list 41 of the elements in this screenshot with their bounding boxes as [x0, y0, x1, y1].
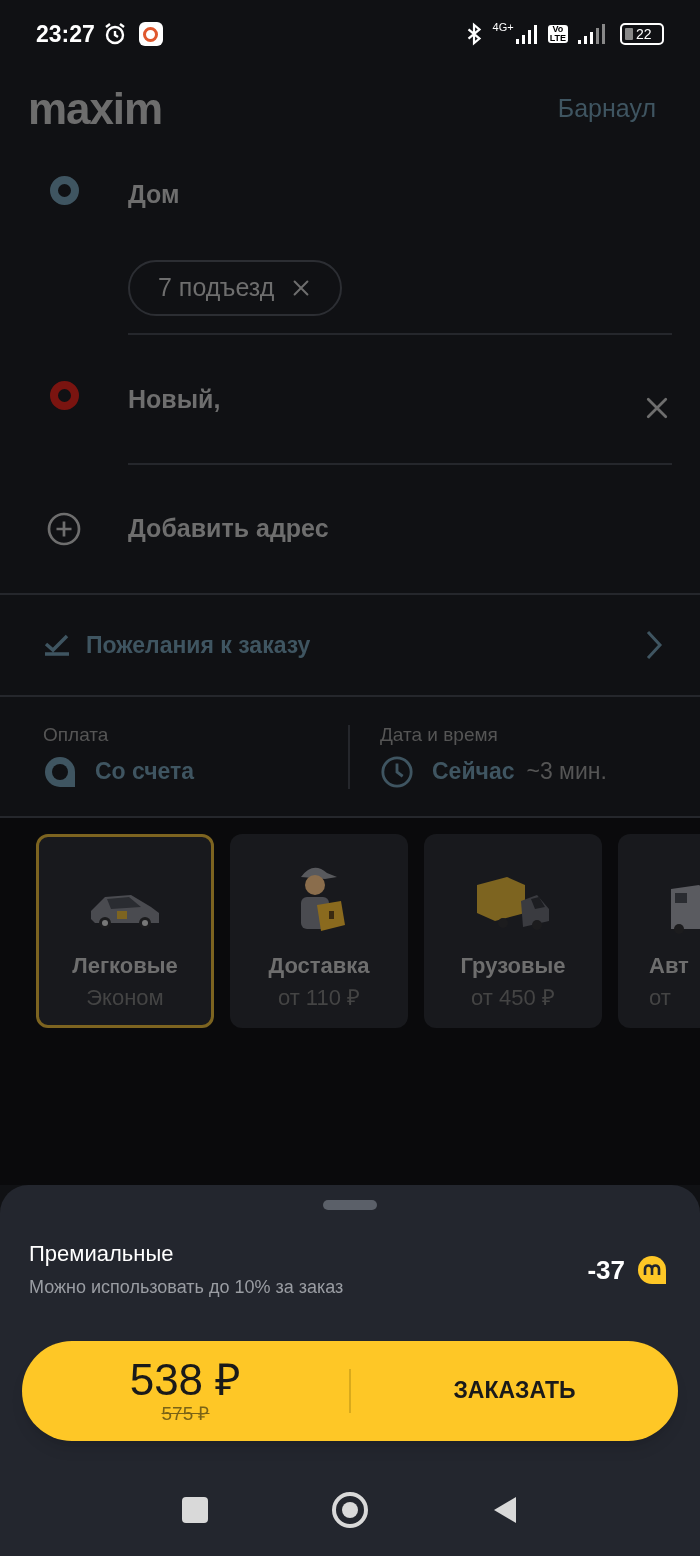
volte-icon: Vo LTE: [547, 25, 568, 43]
entrance-chip[interactable]: 7 подъезд: [128, 259, 343, 316]
clock-icon: [380, 754, 414, 789]
origin-marker-icon: [50, 176, 79, 205]
add-icon[interactable]: [46, 511, 82, 547]
back-icon[interactable]: [492, 1495, 518, 1525]
time-choice[interactable]: Сейчас: [432, 760, 515, 783]
battery-icon: 22: [620, 23, 664, 45]
payment-label: Оплата: [43, 724, 110, 744]
address-title[interactable]: Новый,: [128, 381, 221, 419]
app-notification-icon: [138, 22, 163, 46]
signal-icon: [576, 23, 608, 45]
category-title: Легковые: [72, 955, 178, 977]
status-time: 23:27: [36, 19, 95, 49]
order-button[interactable]: ЗАКАЗАТЬ: [351, 1373, 678, 1408]
payment-method[interactable]: Со счета: [95, 760, 195, 783]
order-bar[interactable]: 538 ₽ 575 ₽ ЗАКАЗАТЬ: [22, 1340, 678, 1441]
order-wishes-row[interactable]: Пожелания к заказу: [0, 595, 700, 697]
bonus-title: Премиальные: [29, 1240, 175, 1268]
bonus-amount: -37: [587, 1253, 625, 1287]
city-link[interactable]: Барнаул: [557, 90, 672, 128]
logo: maxim: [28, 87, 162, 131]
category-title: Авт: [649, 955, 689, 977]
category-title: Грузовые: [460, 955, 566, 977]
bonus-coin-icon: [637, 1255, 667, 1286]
eta-text: ~3 мин.: [526, 760, 607, 783]
home-icon[interactable]: [332, 1492, 368, 1528]
destination-marker-icon: [50, 381, 79, 410]
network-type: 4G+: [492, 22, 514, 33]
bonus-hint: Можно использовать до 10% за заказ: [29, 1275, 344, 1299]
signal-icon: [513, 23, 540, 45]
old-price-text: 575 ₽: [161, 1404, 210, 1423]
chevron-right-icon: [644, 629, 664, 661]
category-title: Доставка: [268, 955, 370, 977]
price-text: 538 ₽: [129, 1358, 242, 1402]
datetime-label: Дата и время: [380, 724, 499, 744]
address-title[interactable]: Дом: [128, 176, 180, 214]
sheet-handle[interactable]: [323, 1200, 377, 1210]
wallet-icon: [43, 754, 77, 789]
add-address-link[interactable]: Добавить адрес: [128, 510, 329, 548]
check-icon: [44, 634, 70, 656]
